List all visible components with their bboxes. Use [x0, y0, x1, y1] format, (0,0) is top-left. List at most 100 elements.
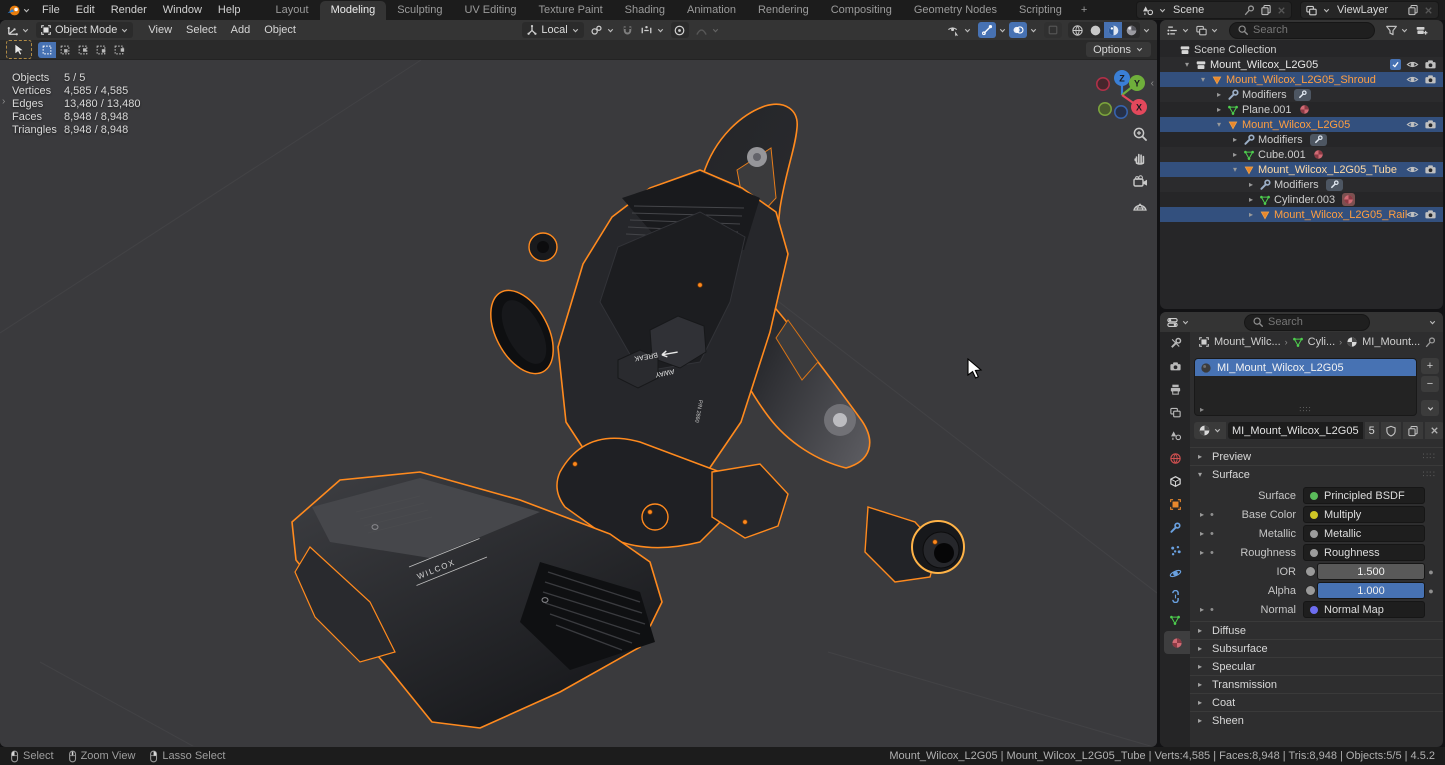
properties-tab-modifiers[interactable] [1160, 516, 1190, 539]
shading-solid-button[interactable] [1086, 22, 1104, 38]
properties-tab-physics[interactable] [1160, 562, 1190, 585]
properties-tab-tool[interactable] [1160, 332, 1190, 355]
animate-dot-icon[interactable]: • [1210, 547, 1214, 559]
chevron-down-icon[interactable] [1428, 318, 1437, 327]
expand-icon[interactable]: ▸ [1200, 605, 1204, 614]
options-button[interactable]: Options [1086, 42, 1151, 57]
material-badge-icon[interactable] [1299, 104, 1310, 115]
outliner-row[interactable]: ▸Modifiers [1160, 132, 1443, 147]
panel-drag-grip[interactable]: ∷∷ [1423, 451, 1436, 462]
material-slot-item[interactable]: MI_Mount_Wilcox_L2G05 [1195, 359, 1416, 376]
socket-field[interactable]: Roughness [1303, 544, 1425, 561]
list-resize-grip[interactable]: ∷∷ [1299, 405, 1311, 414]
transform-orientation-dropdown[interactable]: Local [522, 22, 583, 38]
panel-sheen[interactable]: ▸Sheen [1190, 711, 1443, 729]
select-mode-subtract[interactable] [74, 42, 92, 58]
chevron-down-icon[interactable] [1181, 318, 1190, 327]
outliner-row[interactable]: ▸Mount_Wilcox_L2G05_Rail [1160, 207, 1443, 222]
outliner-row[interactable]: ▾Mount_Wilcox_L2G05_Shroud [1160, 72, 1443, 87]
select-mode-extend[interactable] [56, 42, 74, 58]
animate-dot-icon[interactable]: • [1210, 509, 1214, 521]
remove-slot-button[interactable]: − [1421, 376, 1439, 392]
expand-toggle[interactable]: ▸ [1230, 150, 1240, 159]
checkbox-icon[interactable] [1390, 59, 1401, 70]
camera-icon[interactable] [1424, 73, 1437, 86]
topbar-menu-window[interactable]: Window [155, 1, 210, 19]
properties-tab-collection[interactable] [1160, 470, 1190, 493]
show-overlays-toggle[interactable] [1009, 22, 1027, 38]
snap-magnet-icon[interactable] [621, 24, 634, 37]
eye-icon[interactable] [1406, 118, 1419, 131]
expand-toggle[interactable]: ▾ [1182, 60, 1192, 69]
modifier-badge-icon[interactable] [1294, 89, 1311, 101]
properties-tab-scene[interactable] [1160, 424, 1190, 447]
new-datablock-icon[interactable] [1407, 4, 1419, 16]
expand-icon[interactable]: ▸ [1200, 529, 1204, 538]
editor-type-outliner-icon[interactable] [1166, 24, 1179, 37]
panel-drag-grip[interactable]: ∷∷ [1423, 469, 1436, 480]
camera-icon[interactable] [1424, 118, 1437, 131]
scene-selector[interactable]: Scene [1136, 1, 1292, 19]
decorator-dot-icon[interactable]: ● [1425, 586, 1437, 596]
chevron-down-icon[interactable] [1400, 26, 1409, 35]
eye-icon[interactable] [1406, 163, 1419, 176]
properties-tab-output[interactable] [1160, 378, 1190, 401]
scene-name[interactable]: Scene [1171, 4, 1239, 16]
workspace-tab-modeling[interactable]: Modeling [320, 1, 387, 20]
outliner-row[interactable]: ▸Cube.001 [1160, 147, 1443, 162]
toolbar-expand-arrow[interactable]: › [2, 96, 5, 107]
add-slot-button[interactable]: + [1421, 358, 1439, 374]
properties-search-input[interactable] [1268, 316, 1362, 328]
browse-material-button[interactable] [1194, 422, 1226, 439]
outliner-row[interactable]: ▾Mount_Wilcox_L2G05 [1160, 57, 1443, 72]
gizmo-axis-neg-y[interactable] [1099, 103, 1111, 115]
decorator-dot-icon[interactable]: ● [1425, 567, 1437, 577]
properties-tab-data[interactable] [1160, 608, 1190, 631]
snap-settings-dropdown[interactable] [636, 22, 669, 38]
workspace-tab-compositing[interactable]: Compositing [820, 1, 903, 20]
panel-coat[interactable]: ▸Coat [1190, 693, 1443, 711]
properties-search[interactable] [1244, 314, 1370, 331]
properties-tab-object[interactable] [1160, 493, 1190, 516]
model-tube[interactable] [865, 507, 964, 582]
outliner-row[interactable]: ▸Plane.001 [1160, 102, 1443, 117]
viewport-menu-select[interactable]: Select [179, 22, 224, 38]
properties-tab-view-layer[interactable] [1160, 401, 1190, 424]
chevron-down-icon[interactable] [21, 26, 30, 35]
editor-type-properties-icon[interactable] [1166, 316, 1179, 329]
expand-toggle[interactable]: ▸ [1246, 180, 1256, 189]
zoom-icon[interactable] [1132, 126, 1148, 142]
chevron-down-icon[interactable] [1158, 6, 1167, 15]
camera-icon[interactable] [1424, 163, 1437, 176]
socket-field[interactable]: Principled BSDF [1303, 487, 1425, 504]
shading-material-preview-button[interactable] [1104, 22, 1122, 38]
topbar-menu-edit[interactable]: Edit [68, 1, 103, 19]
value-slider[interactable]: 1.000 [1317, 582, 1425, 599]
pan-hand-icon[interactable] [1132, 150, 1148, 166]
animate-dot-icon[interactable]: • [1210, 604, 1214, 616]
chevron-down-icon[interactable] [1029, 26, 1038, 35]
chevron-down-icon[interactable] [22, 6, 31, 15]
panel-surface[interactable]: ▾Surface ∷∷ [1190, 465, 1443, 483]
eye-icon[interactable] [1406, 73, 1419, 86]
pin-icon[interactable] [1424, 336, 1437, 349]
eye-icon[interactable] [1406, 208, 1419, 221]
shading-rendered-button[interactable] [1122, 22, 1140, 38]
viewport-canvas[interactable]: BREAK AWAY P/N 2860 [0, 60, 1157, 746]
workspace-tab-geometry-nodes[interactable]: Geometry Nodes [903, 1, 1008, 20]
material-badge-icon[interactable] [1342, 193, 1355, 206]
panel-preview[interactable]: ▸Preview ∷∷ [1190, 447, 1443, 465]
workspace-tab-texture-paint[interactable]: Texture Paint [527, 1, 613, 20]
outliner-search[interactable] [1229, 22, 1375, 39]
perspective-grid-icon[interactable] [1132, 198, 1148, 214]
properties-tab-world[interactable] [1160, 447, 1190, 470]
eye-icon[interactable] [1406, 58, 1419, 71]
viewport-menu-view[interactable]: View [141, 22, 179, 38]
breadcrumb-item[interactable]: Mount_Wilc... [1214, 336, 1281, 348]
topbar-menu-help[interactable]: Help [210, 1, 249, 19]
active-tool-select-box[interactable] [6, 40, 32, 59]
blender-logo-icon[interactable] [6, 3, 21, 18]
panel-specular[interactable]: ▸Specular [1190, 657, 1443, 675]
camera-icon[interactable] [1424, 58, 1437, 71]
shading-wireframe-button[interactable] [1068, 22, 1086, 38]
